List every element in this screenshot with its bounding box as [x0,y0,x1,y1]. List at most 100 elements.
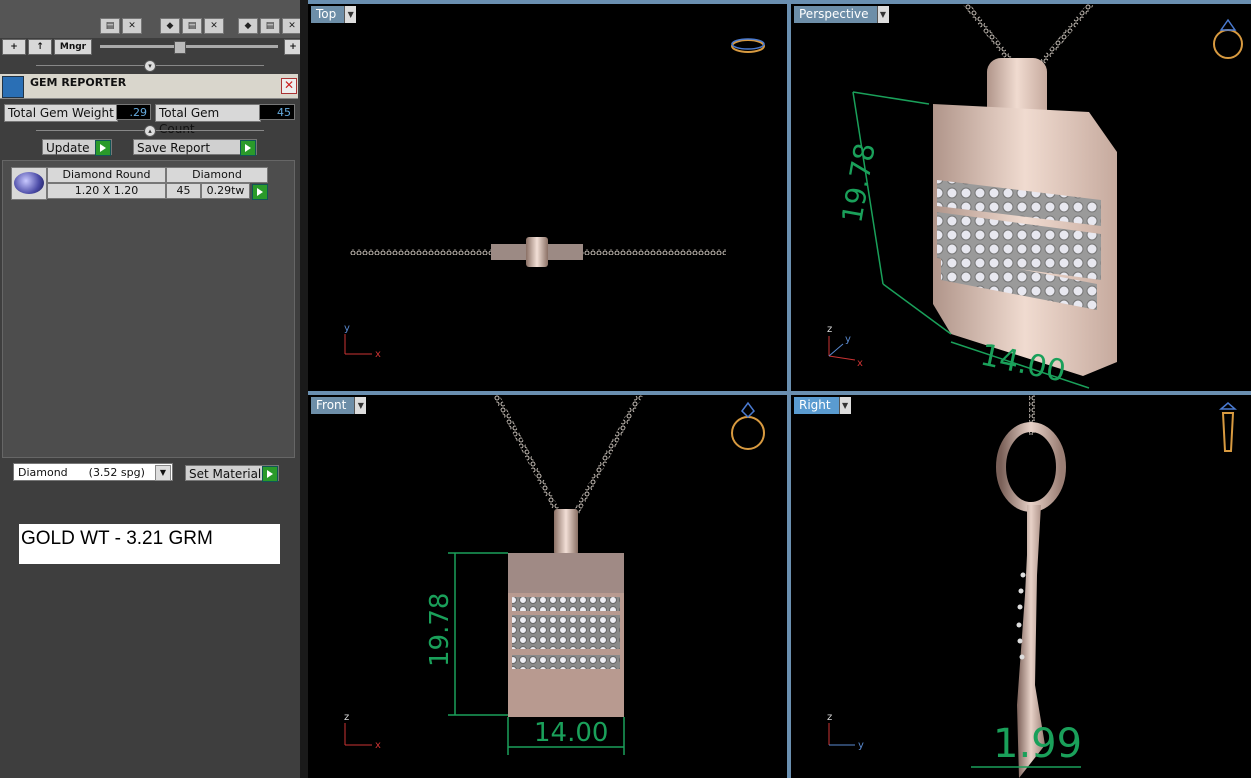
perspective-chain-right [1038,4,1094,66]
viewport-right-label[interactable]: Right ▼ [794,397,851,414]
front-chain-left [493,395,561,515]
chevron-down-icon[interactable]: ▼ [344,6,357,23]
front-gem-row-1 [512,597,620,611]
total-gem-count-value: 45 [259,104,295,120]
layer-toolbar-strip: ▤ ✕ ◆ ▤ ✕ ◆ ▤ ✕ [0,0,302,38]
add-button[interactable]: + [2,39,26,55]
move-up-icon[interactable]: ◆ [160,18,180,34]
play-icon [240,140,256,156]
perspective-height-dimension: 19.78 [835,141,881,226]
axis-gizmo: z y [827,712,864,751]
front-bail [554,509,578,555]
zoom-slider-thumb[interactable] [174,41,186,54]
perspective-chain-left [963,4,1016,66]
set-material-button[interactable]: Set Material [185,465,279,482]
manager-button[interactable]: Mngr [54,39,92,55]
gem-thumbnail[interactable] [11,167,47,200]
perspective-ring-icon [1213,18,1243,59]
top-ring-icon [731,38,765,53]
chevron-down-icon[interactable]: ▼ [155,465,171,481]
chevron-down-icon[interactable]: ▼ [838,397,851,414]
zoom-slider-track[interactable] [100,45,278,48]
axis-y-label: y [858,740,864,751]
axis-x-label: x [375,740,381,751]
gem-reporter-icon [2,76,24,98]
axis-x-label: x [375,349,381,360]
collapse-toggle-icon[interactable]: ▴ [144,125,156,137]
save-icon[interactable]: ▤ [260,18,280,34]
axis-x-label: x [857,358,863,369]
gem-reporter-header: GEM REPORTER ✕ [0,74,298,99]
axis-gizmo: z x [344,712,381,751]
viewport-top-title: Top [316,7,337,21]
panel-divider[interactable] [300,0,308,778]
chevron-down-icon[interactable]: ▼ [876,6,889,23]
close-icon[interactable]: ✕ [204,18,224,34]
chevron-down-icon[interactable]: ▼ [354,397,367,414]
axis-gizmo: z y x [827,324,863,369]
gold-weight-note: GOLD WT - 3.21 GRM [19,524,280,564]
material-select-value: Diamond (3.52 spg) [18,466,145,479]
toolbar-group-2: ◆ ▤ ✕ [160,18,224,34]
front-pendant-top-band [508,553,624,593]
gem-list: Diamond Round Diamond 1.20 X 1.20 45 0.2… [2,160,295,458]
viewport-vertical-separator[interactable] [787,0,791,778]
viewport-perspective-title: Perspective [799,7,869,21]
up-button[interactable]: ↑ [28,39,52,55]
gem-material-cell: Diamond [166,167,268,183]
update-button-label: Update [46,141,90,155]
gem-size-cell: 1.20 X 1.20 [47,183,166,199]
axis-z-label: z [827,712,832,723]
left-panel: ▤ ✕ ◆ ▤ ✕ ◆ ▤ ✕ + ↑ Mngr + ▾ GEM REPORTE… [0,0,302,778]
save-report-button[interactable]: Save Report [133,139,257,156]
viewport-front[interactable]: 19.78 14.00 z x Front ▼ [308,395,787,778]
move-up-icon[interactable]: ◆ [238,18,258,34]
gem-weight-cell: 0.29tw [201,183,250,199]
gem-reporter-title: GEM REPORTER [30,76,127,89]
viewport-right[interactable]: 1.99 z y Right ▼ [791,395,1251,778]
axis-z-label: z [827,324,832,335]
axis-y-label: y [845,334,851,345]
front-ring-icon [731,401,765,450]
front-width-dimension: 14.00 [534,718,608,748]
viewport-front-label[interactable]: Front ▼ [311,397,367,414]
gem-count-cell: 45 [166,183,201,199]
close-icon[interactable]: ✕ [122,18,142,34]
right-ring-icon [1218,402,1238,452]
total-gem-weight-value: .29 [116,104,151,120]
save-icon[interactable]: ▤ [100,18,120,34]
gem-shape-cell: Diamond Round [47,167,166,183]
viewport-right-title: Right [799,398,831,412]
viewport-perspective[interactable]: 19.78 14.00 z y x Perspective ▼ [791,4,1251,391]
front-gem-row-2 [512,615,620,649]
right-depth-dimension: 1.99 [993,721,1082,767]
save-report-button-label: Save Report [137,141,211,155]
perspective-view-canvas: 19.78 14.00 z y x [827,4,1243,390]
axis-z-label: z [344,712,349,723]
gold-weight-text: GOLD WT - 3.21 GRM [21,528,213,549]
front-gem-row-3 [512,655,620,669]
play-icon [262,466,278,482]
viewport-top[interactable]: y x Top ▼ [308,4,787,391]
front-view-canvas: 19.78 14.00 z x [344,395,765,755]
viewport-top-label[interactable]: Top ▼ [311,6,357,23]
set-material-label: Set Material [189,467,262,481]
play-icon [95,140,111,156]
axis-y-label: y [344,323,350,334]
toolbar-group-3: ◆ ▤ ✕ [238,18,302,34]
viewport-perspective-label[interactable]: Perspective ▼ [794,6,889,23]
front-chain-right [573,395,643,515]
top-view-canvas: y x [344,38,765,360]
collapse-toggle-icon[interactable]: ▾ [144,60,156,72]
diamond-round-icon [14,172,44,194]
front-height-dimension: 19.78 [425,593,455,667]
save-icon[interactable]: ▤ [182,18,202,34]
viewport-horizontal-separator[interactable] [308,391,1251,395]
toolbar-group-1: ▤ ✕ [100,18,142,34]
update-button[interactable]: Update [42,139,112,156]
gem-play-icon[interactable] [252,184,268,200]
close-icon[interactable]: ✕ [282,18,302,34]
viewport-front-title: Front [316,398,347,412]
material-select[interactable]: Diamond (3.52 spg) ▼ [13,463,173,481]
close-icon[interactable]: ✕ [281,78,297,94]
